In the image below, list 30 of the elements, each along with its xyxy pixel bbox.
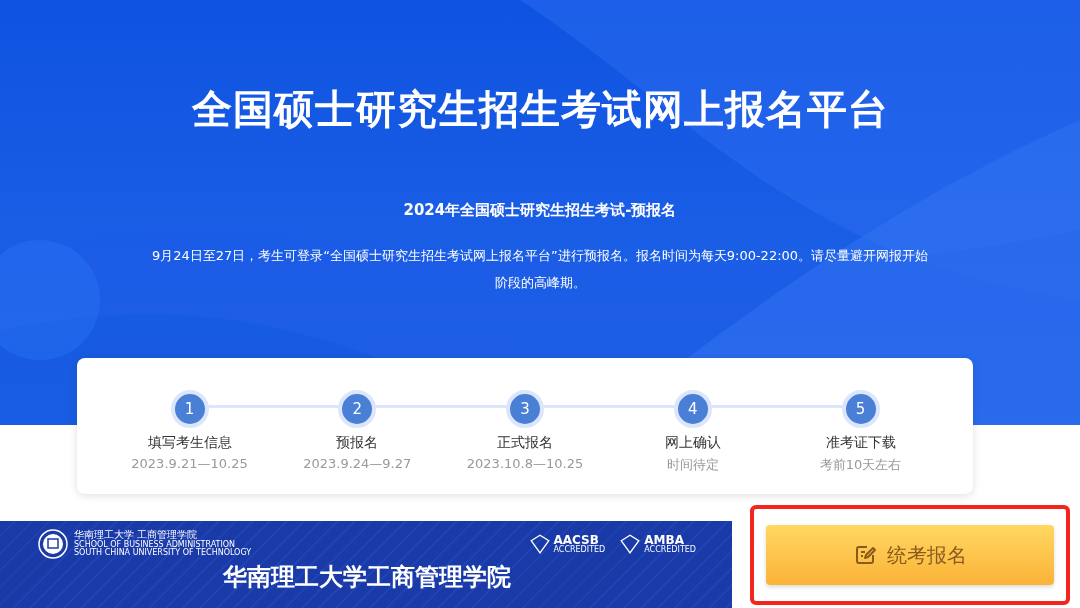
step-number: 4	[673, 390, 712, 428]
notice-text: 9月24日至27日，考生可登录“全国硕士研究生招生考试网上报名平台”进行预报名。报名时间为每天9:00-22:00。请尽量避开网报开始阶段的高峰期。	[150, 247, 930, 292]
ad-banner[interactable]: 华南理工大学 工商管理学院 SCHOOL OF BUSINESS ADMINISTRATION SOUTH CHINA UNIVERSITY OF TECHNOLOGY AACSB ACCREDITED AMBA ACCREDITED 华南理工大学工商管理学院	[0, 521, 732, 608]
register-button[interactable]: 统考报名	[766, 525, 1054, 585]
step-date: 2023.9.21—10.25	[131, 456, 248, 471]
diamond-icon	[528, 533, 551, 555]
step-name: 预报名	[336, 434, 379, 452]
university-english-name: SOUTH CHINA UNIVERSITY OF TECHNOLOGY	[74, 549, 252, 558]
section-heading: 2024年全国硕士研究生招生考试-预报名	[403, 201, 677, 220]
step-number: 2	[338, 390, 377, 428]
school-english-name: SCHOOL OF BUSINESS ADMINISTRATION	[74, 540, 236, 549]
step-number: 1	[170, 390, 209, 428]
step-name: 正式报名	[497, 434, 553, 452]
school-name: 华南理工大学 工商管理学院	[74, 530, 198, 541]
step-date: 时间待定	[666, 456, 719, 474]
banner-headline: 华南理工大学工商管理学院	[223, 561, 511, 593]
step-number: 3	[506, 390, 544, 428]
step-number: 5	[841, 390, 880, 428]
step-name: 填写考生信息	[147, 434, 232, 452]
badge-note: ACCREDITED	[553, 546, 606, 555]
step-name: 准考证下载	[825, 434, 896, 452]
edit-icon	[853, 543, 877, 567]
page-title: 全国硕士研究生招生考试网上报名平台	[191, 85, 889, 134]
step-date: 考前10天左右	[819, 456, 902, 474]
step-date: 2023.10.8—10.25	[466, 456, 584, 471]
badge-note: ACCREDITED	[644, 546, 696, 555]
step-name: 网上确认	[664, 434, 721, 452]
diamond-icon	[619, 533, 642, 555]
seal-icon	[38, 529, 68, 559]
step-date: 2023.9.24—9.27	[303, 456, 412, 471]
